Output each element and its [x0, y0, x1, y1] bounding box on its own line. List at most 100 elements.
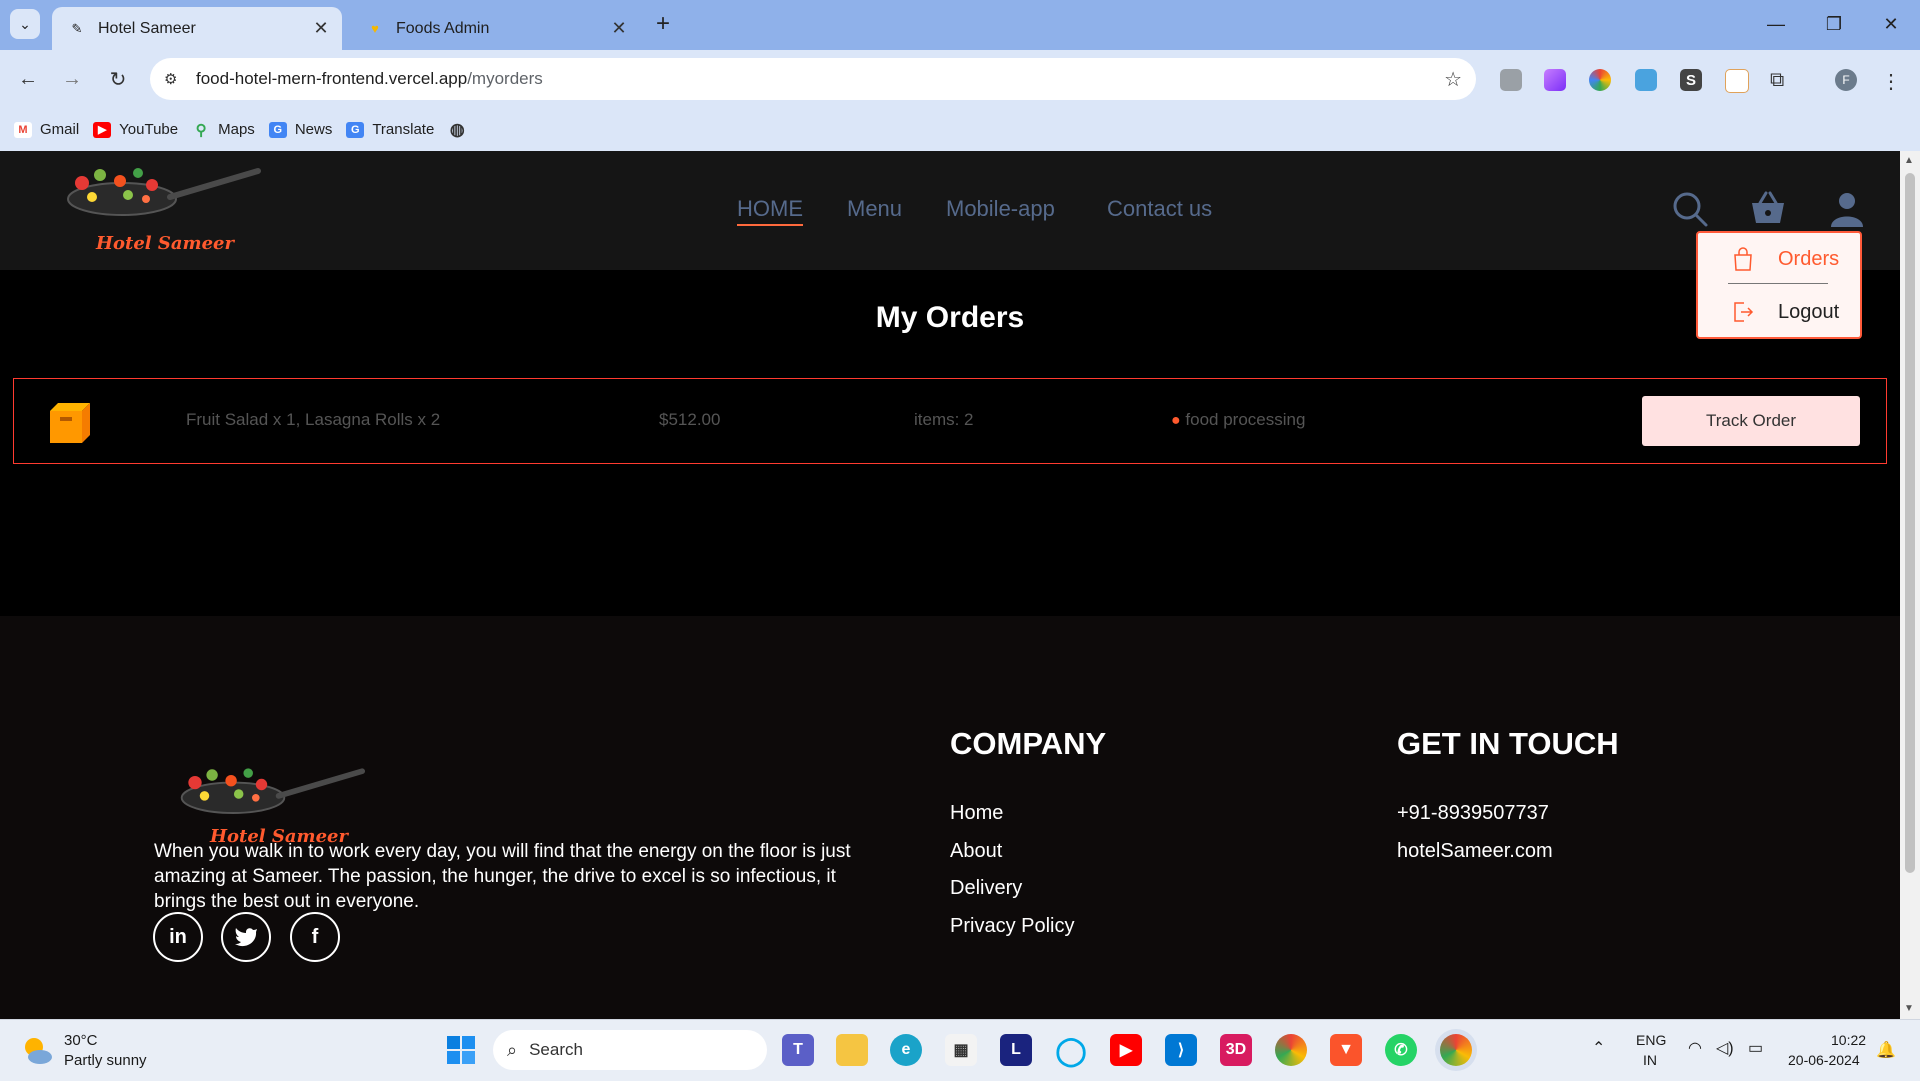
file-explorer-icon[interactable]: [836, 1034, 868, 1066]
search-icon[interactable]: [1670, 189, 1710, 229]
footer-link-about[interactable]: About: [950, 840, 1002, 863]
youtube-icon[interactable]: ▶: [1110, 1034, 1142, 1066]
site-header: Hotel Sameer HOME Menu Mobile-app Contac…: [0, 151, 1900, 339]
forward-button[interactable]: →: [56, 63, 88, 95]
logo-brand-text: Hotel Sameer: [96, 233, 234, 254]
language-indicator[interactable]: ENG: [1636, 1032, 1666, 1048]
extension-icon[interactable]: [1544, 69, 1566, 91]
show-hidden-icons-chevron-icon[interactable]: ⌃: [1592, 1038, 1605, 1058]
nav-mobile-app[interactable]: Mobile-app: [946, 196, 1055, 222]
site-info-icon[interactable]: ⚙: [164, 70, 186, 88]
tab-title: Hotel Sameer: [98, 19, 196, 37]
battery-icon[interactable]: ▭: [1748, 1038, 1763, 1058]
restore-button[interactable]: ❐: [1811, 8, 1857, 40]
cortana-icon[interactable]: ◯: [1055, 1034, 1087, 1066]
vscode-icon[interactable]: ⟩: [1165, 1034, 1197, 1066]
extension-icon[interactable]: [1725, 69, 1749, 93]
nav-home[interactable]: HOME: [737, 196, 803, 226]
tab-favicon-icon: ♥: [371, 21, 379, 36]
store-icon[interactable]: ▦: [945, 1034, 977, 1066]
parcel-icon: [50, 403, 90, 443]
l-app-icon[interactable]: L: [1000, 1034, 1032, 1066]
spoon-logo-icon: [180, 768, 366, 814]
scroll-down-arrow-icon[interactable]: ▼: [1904, 1003, 1914, 1014]
track-order-button[interactable]: Track Order: [1642, 396, 1860, 446]
dropdown-orders[interactable]: Orders: [1732, 247, 1839, 271]
contact-site: hotelSameer.com: [1397, 840, 1553, 862]
chrome-active-icon[interactable]: [1440, 1034, 1472, 1066]
browser-menu-icon[interactable]: ⋮: [1880, 69, 1902, 93]
volume-icon[interactable]: ◁): [1716, 1038, 1734, 1058]
notification-bell-icon[interactable]: 🔔: [1876, 1040, 1896, 1060]
bookmark-maps[interactable]: ⚲ Maps: [192, 121, 255, 139]
address-bar[interactable]: ⚙ food-hotel-mern-frontend.vercel.app/my…: [150, 58, 1476, 100]
page-title: My Orders: [875, 301, 1025, 334]
tab-search-button[interactable]: ⌄: [10, 9, 40, 39]
url-text: food-hotel-mern-frontend.vercel.app/myor…: [196, 69, 543, 88]
footer-link-home[interactable]: Home: [950, 802, 1003, 825]
tab-hotel-sameer[interactable]: ✎ Hotel Sameer ✕: [52, 7, 342, 50]
close-window-button[interactable]: ✕: [1868, 8, 1914, 40]
whatsapp-icon[interactable]: ✆: [1385, 1034, 1417, 1066]
bookmark-news[interactable]: G News: [268, 121, 332, 138]
footer-description: When you walk in to work every day, you …: [154, 841, 851, 912]
nav-menu[interactable]: Menu: [847, 196, 902, 222]
navigation-bar: ← → ↻ ⚙ food-hotel-mern-frontend.vercel.…: [0, 50, 1920, 108]
basket-icon[interactable]: [1748, 189, 1788, 229]
weather-icon[interactable]: [20, 1033, 54, 1067]
page-scrollbar[interactable]: ▲ ▼: [1900, 151, 1920, 1019]
profile-avatar[interactable]: F: [1835, 69, 1857, 91]
bookmark-globe[interactable]: ◍: [448, 120, 474, 139]
order-items: Fruit Salad x 1, Lasagna Rolls x 2: [186, 410, 441, 429]
close-tab-icon[interactable]: ✕: [308, 18, 334, 39]
windows-taskbar: 30°C Partly sunny ⌕ Search T e ▦ L ◯ ▶ ⟩…: [0, 1019, 1920, 1081]
company-heading: COMPANY: [950, 726, 1107, 761]
region-indicator[interactable]: IN: [1643, 1052, 1657, 1068]
wifi-icon[interactable]: ◠: [1688, 1038, 1702, 1058]
twitter-bird-icon: [235, 928, 257, 947]
bookmark-star-icon[interactable]: ☆: [1444, 67, 1462, 92]
back-button[interactable]: ←: [12, 63, 44, 95]
3d-viewer-icon[interactable]: 3D: [1220, 1034, 1252, 1066]
site-footer: Hotel Sameer When you walk in to work ev…: [0, 616, 1900, 1019]
footer-link-delivery[interactable]: Delivery: [950, 877, 1022, 900]
reload-button[interactable]: ↻: [102, 63, 134, 95]
clock-time[interactable]: 10:22: [1831, 1032, 1866, 1048]
teams-icon[interactable]: T: [782, 1034, 814, 1066]
bookmark-gmail[interactable]: M Gmail: [14, 121, 79, 138]
nav-contact-us[interactable]: Contact us: [1107, 196, 1212, 222]
new-tab-button[interactable]: +: [650, 9, 676, 39]
clock-date[interactable]: 20-06-2024: [1788, 1052, 1860, 1068]
taskbar-search[interactable]: ⌕ Search: [493, 1030, 767, 1070]
tab-foods-admin[interactable]: ♥ Foods Admin ✕: [350, 7, 640, 50]
chrome-icon[interactable]: [1275, 1034, 1307, 1066]
site-logo[interactable]: Hotel Sameer: [62, 165, 262, 260]
spoon-logo-icon: [67, 168, 261, 216]
bookmark-youtube[interactable]: ▶ YouTube: [93, 121, 178, 138]
linkedin-icon[interactable]: in: [153, 912, 203, 962]
extensions-puzzle-icon[interactable]: ⧉: [1770, 69, 1792, 91]
extension-icon[interactable]: S: [1680, 69, 1702, 91]
edge-icon[interactable]: e: [890, 1034, 922, 1066]
twitter-icon[interactable]: [221, 912, 271, 962]
brave-icon[interactable]: ▼: [1330, 1034, 1362, 1066]
scrollbar-thumb[interactable]: [1905, 173, 1915, 873]
search-icon: ⌕: [507, 1039, 518, 1060]
translate-icon: G: [346, 121, 365, 138]
profile-icon[interactable]: [1827, 189, 1867, 229]
facebook-icon[interactable]: f: [290, 912, 340, 962]
minimize-button[interactable]: —: [1753, 8, 1799, 40]
extension-icon[interactable]: [1500, 69, 1522, 91]
close-tab-icon[interactable]: ✕: [606, 18, 632, 39]
maps-icon: ⚲: [195, 121, 207, 139]
bookmark-translate[interactable]: G Translate: [346, 121, 434, 138]
start-button[interactable]: [445, 1034, 477, 1066]
weather-desc: Partly sunny: [64, 1052, 147, 1069]
footer-link-privacy-policy[interactable]: Privacy Policy: [950, 915, 1074, 938]
contact-phone: +91-8939507737: [1397, 802, 1549, 824]
dropdown-divider: [1728, 283, 1828, 284]
extension-icon[interactable]: [1635, 69, 1657, 91]
status-dot-icon: ●: [1171, 412, 1181, 429]
scroll-up-arrow-icon[interactable]: ▲: [1904, 155, 1914, 166]
extension-icon[interactable]: [1589, 69, 1611, 91]
